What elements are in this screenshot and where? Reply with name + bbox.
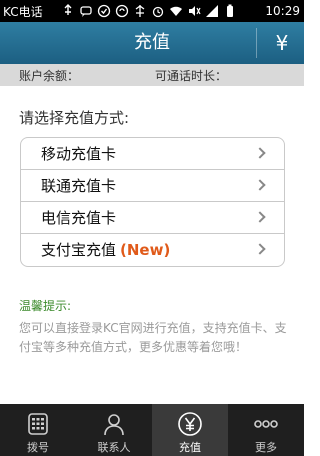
tab-contacts[interactable]: 联系人 [76, 404, 152, 456]
tab-label: 充值 [179, 441, 201, 454]
tab-label: 拨号 [27, 441, 49, 454]
option-mobile-card[interactable]: 移动充值卡 [21, 138, 284, 170]
option-telecom-card[interactable]: 电信充值卡 [21, 202, 284, 234]
dialpad-icon [28, 413, 48, 435]
carrier-name: KC电话 [3, 4, 43, 19]
check-icon [97, 4, 110, 18]
option-label: 联通充值卡 [41, 177, 117, 195]
option-alipay[interactable]: 支付宝充值 (New) [21, 234, 284, 266]
option-label: 移动充值卡 [41, 145, 117, 163]
battery-icon [226, 4, 233, 17]
option-label: 支付宝充值 [41, 241, 117, 259]
yen-icon-button[interactable]: ¥ [260, 22, 304, 64]
usb-debug-icon [135, 5, 144, 17]
account-balance-label: 账户余额： [19, 69, 80, 83]
option-label: 电信充值卡 [41, 209, 117, 227]
usb-icon [64, 4, 72, 15]
clock: 10:29 [265, 4, 300, 18]
talk-time-label: 可通话时长： [155, 69, 228, 83]
tab-dial[interactable]: 拨号 [0, 404, 76, 456]
bottom-tab-bar: 拨号 联系人 充值 更多 [0, 404, 304, 456]
signal-icon [205, 5, 218, 17]
sms-icon [79, 6, 92, 17]
balance-bar: 账户余额： 可通话时长： [0, 64, 304, 86]
wifi-icon [169, 6, 182, 16]
chevron-right-icon [254, 211, 266, 223]
tab-label: 更多 [255, 441, 277, 454]
select-method-prompt: 请选择充值方式: [19, 109, 130, 127]
chevron-right-icon [254, 179, 266, 191]
page-title: 充值 [134, 32, 170, 53]
header-divider [256, 28, 257, 58]
mute-icon [188, 6, 201, 16]
alarm-icon [152, 6, 163, 18]
recharge-options-list: 移动充值卡 联通充值卡 电信充值卡 支付宝充值 (New) [20, 137, 285, 267]
tab-recharge[interactable]: 充值 [152, 404, 228, 456]
option-unicom-card[interactable]: 联通充值卡 [21, 170, 284, 202]
tip-title: 温馨提示: [19, 299, 72, 313]
app-header: 充值 ¥ [0, 22, 304, 64]
tab-label: 联系人 [97, 441, 131, 454]
sync-icon [115, 4, 128, 18]
contacts-icon [104, 414, 124, 436]
tip-text: 您可以直接登录KC官网进行充值，支持充值卡、支付宝等多种充值方式，更多优惠等着您… [19, 321, 287, 354]
more-icon [254, 420, 278, 428]
status-bar: KC电话 10:29 [0, 0, 304, 22]
chevron-right-icon [254, 243, 266, 255]
tab-more[interactable]: 更多 [228, 404, 304, 456]
status-icons [61, 4, 237, 18]
chevron-right-icon [254, 147, 266, 159]
recharge-yen-icon [178, 412, 202, 436]
new-badge: (New) [120, 241, 171, 259]
